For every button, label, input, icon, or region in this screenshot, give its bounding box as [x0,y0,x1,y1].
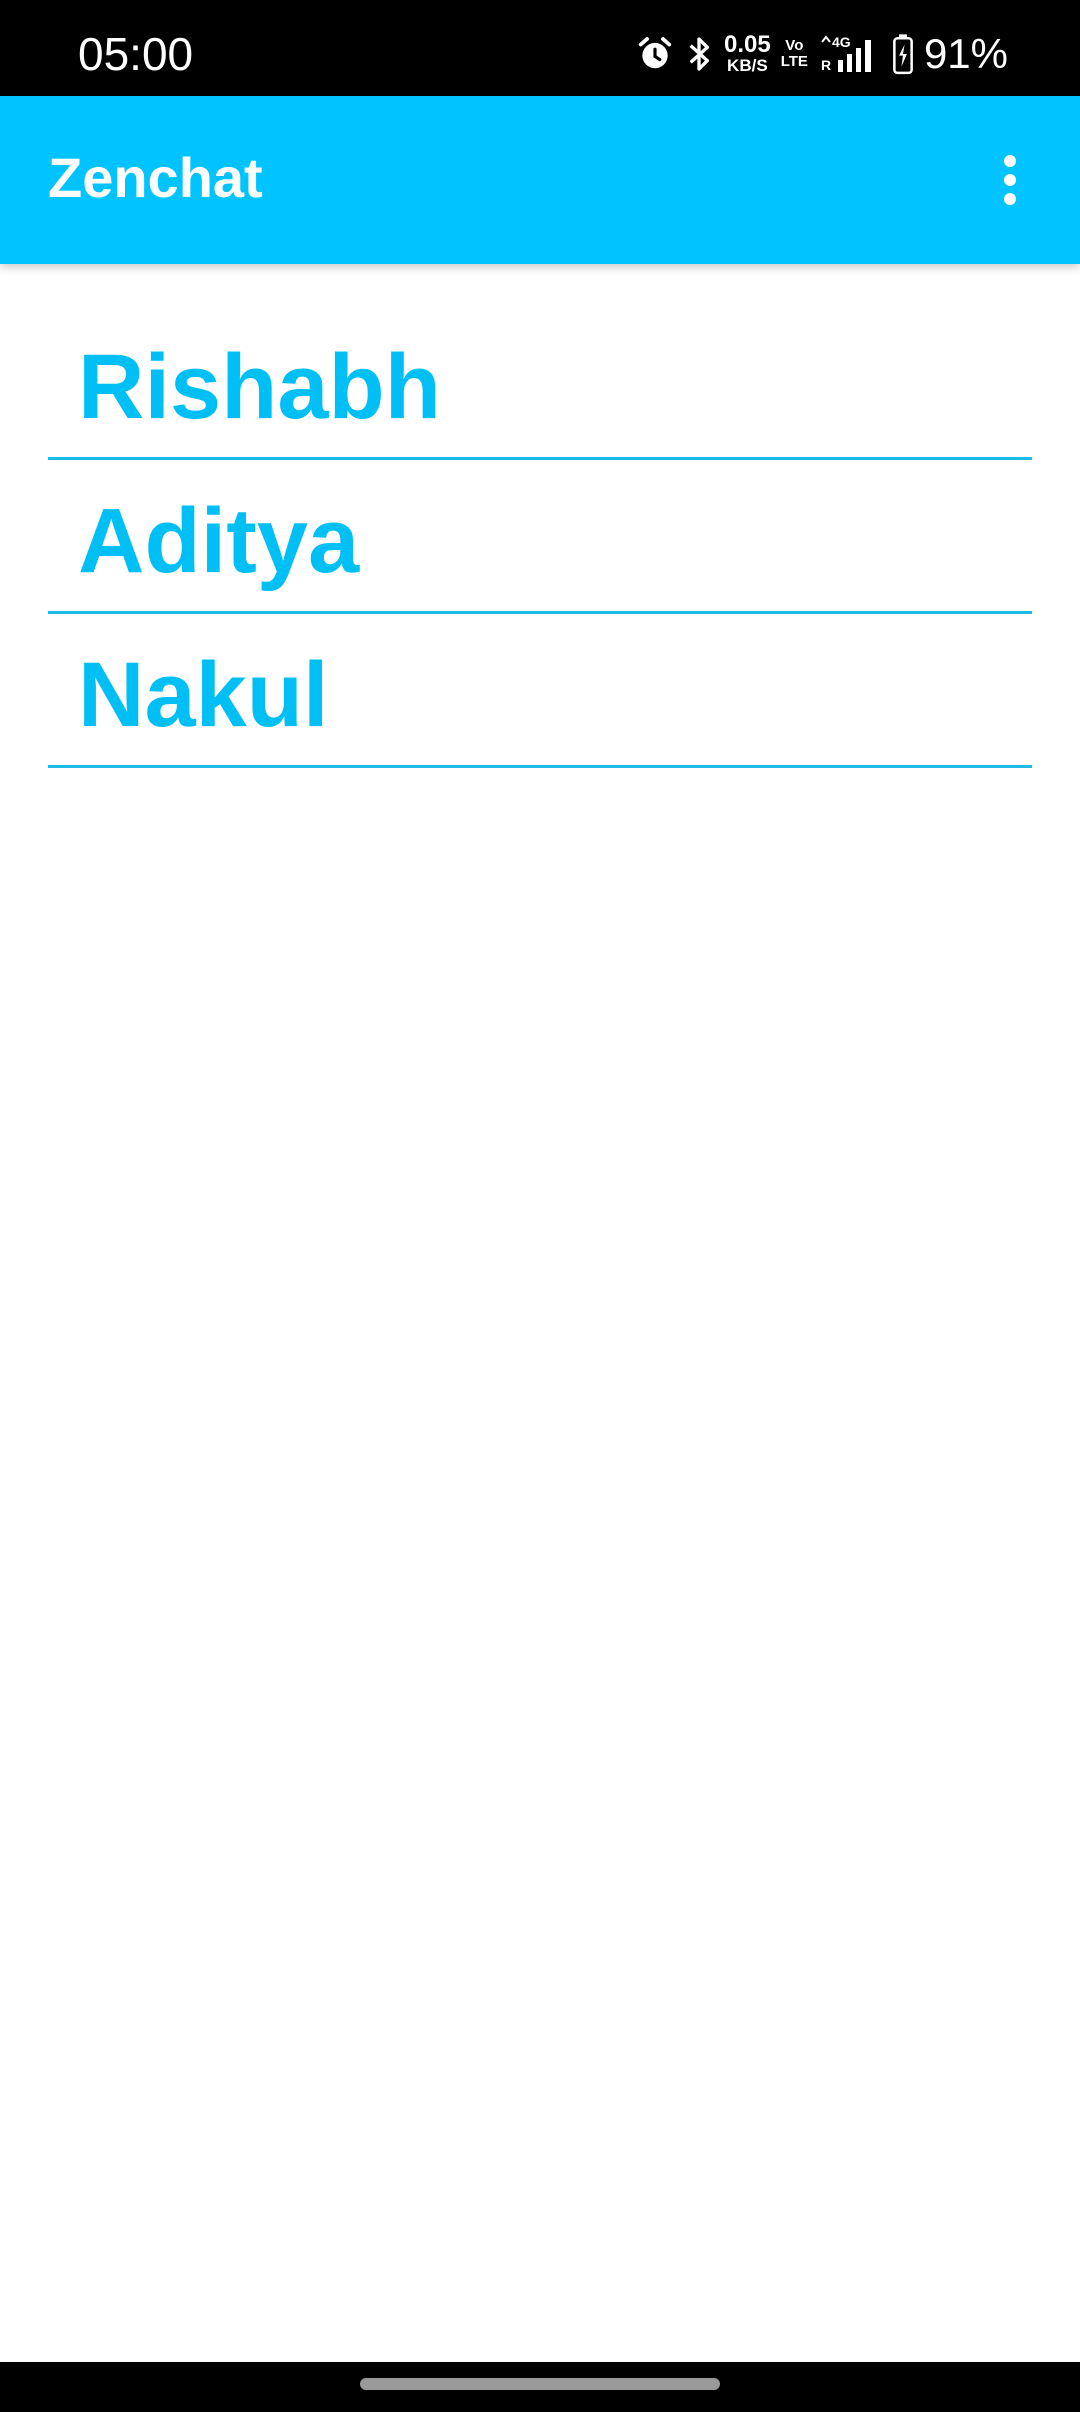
chat-item-rishabh[interactable]: Rishabh [48,308,1032,460]
volte-bottom: LTE [780,53,808,70]
chat-item-nakul[interactable]: Nakul [48,614,1032,768]
chat-name: Aditya [78,490,360,592]
battery-charging-icon [892,33,914,75]
more-vert-icon [1004,155,1016,205]
volte-indicator: Vo LTE [781,38,808,70]
chat-name: Rishabh [78,336,441,438]
status-time: 05:00 [78,28,194,80]
signal-icon: 4G R [818,34,882,74]
network-type-label: 4G [832,34,851,50]
navigation-bar [0,2362,1080,2412]
home-indicator[interactable] [360,2378,720,2390]
network-speed-unit: KB/S [727,56,768,75]
status-icons: 0.05 KB/S Vo LTE 4G R 91% [636,30,1008,78]
battery-percent: 91% [923,30,1008,77]
status-bar: 05:00 0.05 KB/S Vo LTE 4G R 91% [0,0,1080,96]
network-speed-value: 0.05 [724,31,771,58]
network-speed: 0.05 KB/S [724,33,771,75]
more-options-button[interactable] [970,140,1050,220]
app-title: Zenchat [48,146,263,209]
chat-name: Nakul [78,644,329,746]
screen: 05:00 0.05 KB/S Vo LTE 4G R 91% Zenchat … [0,0,1080,2412]
chat-item-aditya[interactable]: Aditya [48,460,1032,614]
alarm-icon [636,35,674,73]
roaming-label: R [821,57,831,73]
volte-top: Vo [785,37,804,54]
chat-list: Rishabh Aditya Nakul [48,308,1032,768]
bluetooth-icon [684,34,714,74]
app-bar: Zenchat [0,96,1080,264]
